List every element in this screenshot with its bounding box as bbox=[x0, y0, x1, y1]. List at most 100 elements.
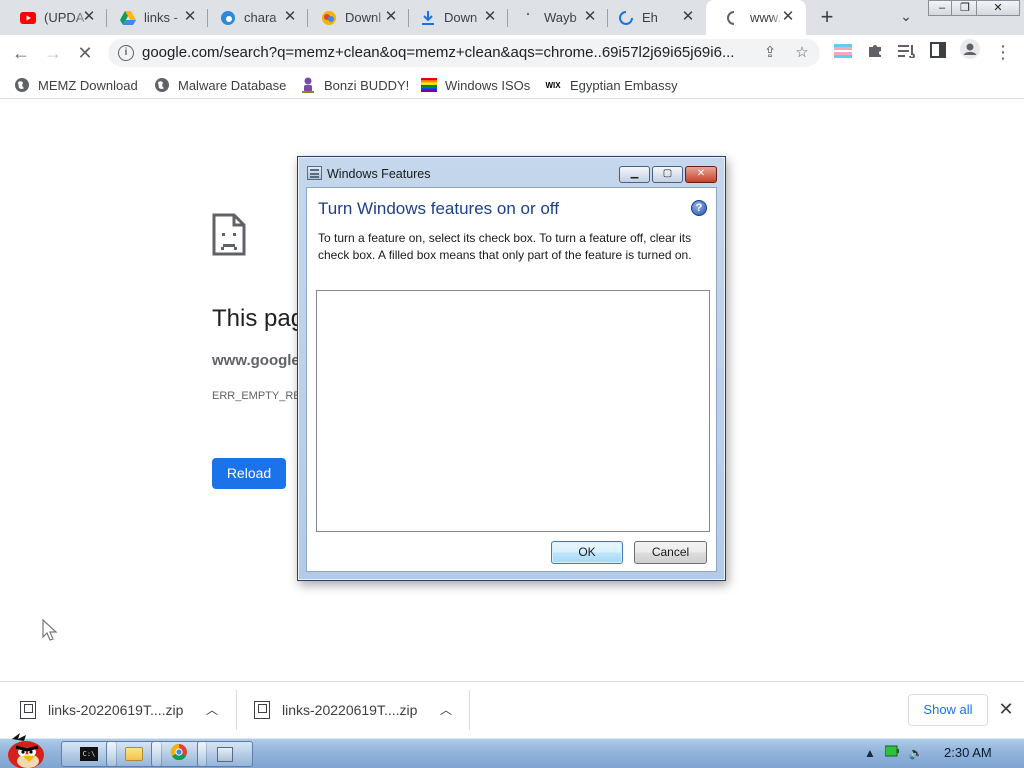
address-bar[interactable]: i google.com/search?q=memz+clean&oq=memz… bbox=[108, 39, 820, 67]
features-tree-list[interactable] bbox=[316, 290, 710, 532]
zip-file-icon bbox=[20, 701, 36, 719]
tab-strip: (UPDA ✕ links - ✕ chara ✕ Downl ✕ Down ✕… bbox=[0, 0, 1024, 35]
bookmark-malware-database[interactable]: Malware Database bbox=[154, 76, 286, 94]
bookmark-memz-download[interactable]: MEMZ Download bbox=[14, 76, 138, 94]
error-host: www.google bbox=[212, 352, 300, 369]
bookmark-label: Windows ISOs bbox=[445, 77, 531, 93]
show-all-downloads-button[interactable]: Show all bbox=[908, 694, 988, 726]
tab-search-chevron-icon[interactable]: ⌄ bbox=[896, 8, 916, 28]
tab-active-www[interactable]: www. ✕ bbox=[706, 0, 806, 35]
battery-icon[interactable] bbox=[884, 745, 900, 761]
help-icon[interactable]: ? bbox=[691, 200, 707, 216]
profile-flag-icon[interactable] bbox=[830, 39, 856, 65]
download-site-icon bbox=[321, 10, 337, 26]
menu-kebab-icon[interactable]: ⋮ bbox=[990, 39, 1016, 65]
google-drive-icon bbox=[120, 10, 136, 26]
mouse-cursor-icon bbox=[42, 618, 58, 648]
stop-loading-button[interactable]: ✕ bbox=[72, 40, 98, 66]
edge-swirl-icon bbox=[220, 10, 236, 26]
download-item[interactable]: links-20220619T....zip bbox=[254, 690, 417, 730]
extensions-puzzle-icon[interactable] bbox=[862, 39, 888, 65]
bookmark-label: Egyptian Embassy bbox=[570, 77, 678, 93]
tab-close-icon[interactable]: ✕ bbox=[482, 9, 498, 25]
tab-close-icon[interactable]: ✕ bbox=[780, 9, 796, 25]
share-icon[interactable]: ⇪ bbox=[760, 43, 780, 63]
loading-spinner-icon bbox=[726, 10, 742, 26]
url-text[interactable]: google.com/search?q=memz+clean&oq=memz+c… bbox=[142, 44, 752, 61]
error-code: ERR_EMPTY_RES bbox=[212, 390, 308, 402]
download-shelf: links-20220619T....zip ︿ links-20220619T… bbox=[0, 681, 1024, 738]
ok-button[interactable]: OK bbox=[551, 541, 623, 564]
dialog-description: To turn a feature on, select its check b… bbox=[318, 231, 692, 262]
tab-chara[interactable]: chara ✕ bbox=[200, 0, 308, 35]
bookmarks-bar: MEMZ Download Malware Database Bonzi BUD… bbox=[0, 71, 1024, 99]
globe-icon bbox=[14, 77, 30, 93]
windows-features-taskbar-icon bbox=[217, 746, 233, 762]
folder-icon bbox=[125, 747, 143, 761]
bookmark-bonzi-buddy[interactable]: Bonzi BUDDY! bbox=[300, 76, 409, 94]
site-info-icon[interactable]: i bbox=[118, 45, 134, 61]
volume-icon[interactable]: 🔈 bbox=[908, 745, 924, 761]
bonzi-icon bbox=[300, 77, 316, 93]
tab-eh[interactable]: Eh ✕ bbox=[598, 0, 706, 35]
download-options-chevron-icon[interactable]: ︿ bbox=[204, 701, 220, 717]
download-separator bbox=[469, 690, 470, 730]
wayback-icon bbox=[520, 10, 536, 26]
dialog-close-button[interactable]: ✕ bbox=[685, 166, 717, 183]
tab-wayback[interactable]: Wayb ✕ bbox=[500, 0, 608, 35]
download-filename: links-20220619T....zip bbox=[48, 702, 184, 718]
loading-spinner-icon bbox=[618, 10, 634, 26]
tab-title: www. bbox=[750, 10, 782, 25]
bookmark-windows-isos[interactable]: Windows ISOs bbox=[421, 76, 530, 94]
tab-youtube[interactable]: (UPDA ✕ bbox=[0, 0, 107, 35]
download-separator bbox=[236, 690, 237, 730]
download-options-chevron-icon[interactable]: ︿ bbox=[438, 701, 454, 717]
side-panel-icon[interactable] bbox=[925, 39, 951, 65]
command-prompt-icon: C:\ bbox=[80, 747, 98, 761]
download-filename: links-20220619T....zip bbox=[282, 702, 418, 718]
dialog-titlebar[interactable]: Windows Features ▁ ▢ ✕ bbox=[298, 157, 725, 183]
tab-close-icon[interactable]: ✕ bbox=[582, 9, 598, 25]
media-control-icon[interactable] bbox=[894, 39, 920, 65]
new-tab-button[interactable]: + bbox=[815, 6, 839, 30]
tab-close-icon[interactable]: ✕ bbox=[81, 9, 97, 25]
window-restore-button[interactable]: ❐ bbox=[951, 0, 979, 16]
forward-button[interactable]: → bbox=[40, 40, 66, 66]
taskbar-windows-features[interactable] bbox=[197, 741, 253, 767]
globe-icon bbox=[154, 77, 170, 93]
dialog-heading: Turn Windows features on or off bbox=[318, 199, 559, 218]
bookmark-label: MEMZ Download bbox=[38, 77, 138, 93]
cancel-button[interactable]: Cancel bbox=[634, 541, 707, 564]
dialog-maximize-button[interactable]: ▢ bbox=[652, 166, 683, 183]
dialog-window-title: Windows Features bbox=[327, 167, 431, 181]
profile-avatar-icon[interactable] bbox=[957, 39, 983, 65]
windows-features-app-icon bbox=[307, 166, 322, 180]
bookmark-star-icon[interactable]: ☆ bbox=[792, 43, 812, 63]
error-title: This pag bbox=[212, 305, 305, 332]
window-close-button[interactable]: ✕ bbox=[976, 0, 1020, 16]
close-download-shelf-icon[interactable]: ✕ bbox=[996, 699, 1016, 719]
tab-close-icon[interactable]: ✕ bbox=[182, 9, 198, 25]
start-angry-bird-icon[interactable] bbox=[2, 731, 50, 768]
tab-google-drive[interactable]: links - ✕ bbox=[100, 0, 208, 35]
tab-close-icon[interactable]: ✕ bbox=[383, 9, 399, 25]
youtube-icon bbox=[20, 10, 36, 26]
tab-download-site[interactable]: Downl ✕ bbox=[301, 0, 409, 35]
sad-page-icon bbox=[212, 213, 246, 261]
system-clock[interactable]: 2:30 AM bbox=[944, 745, 992, 760]
show-hidden-icons-icon[interactable]: ▲ bbox=[862, 745, 878, 761]
tab-download[interactable]: Down ✕ bbox=[400, 0, 508, 35]
desktop-screen: (UPDA ✕ links - ✕ chara ✕ Downl ✕ Down ✕… bbox=[0, 0, 1024, 768]
bookmark-label: Malware Database bbox=[178, 77, 287, 93]
wix-icon: WIX bbox=[545, 80, 561, 90]
tab-close-icon[interactable]: ✕ bbox=[282, 9, 298, 25]
dialog-minimize-button[interactable]: ▁ bbox=[619, 166, 650, 183]
reload-button[interactable]: Reload bbox=[212, 458, 286, 489]
download-item[interactable]: links-20220619T....zip bbox=[20, 690, 183, 730]
bookmark-label: Bonzi BUDDY! bbox=[324, 77, 410, 93]
bookmark-egyptian-embassy[interactable]: WIX Egyptian Embassy bbox=[544, 76, 678, 94]
back-button[interactable]: ← bbox=[8, 40, 34, 66]
download-arrow-icon bbox=[420, 10, 436, 26]
windows-features-dialog: Windows Features ▁ ▢ ✕ Turn Windows feat… bbox=[297, 156, 726, 581]
tab-close-icon[interactable]: ✕ bbox=[680, 9, 696, 25]
